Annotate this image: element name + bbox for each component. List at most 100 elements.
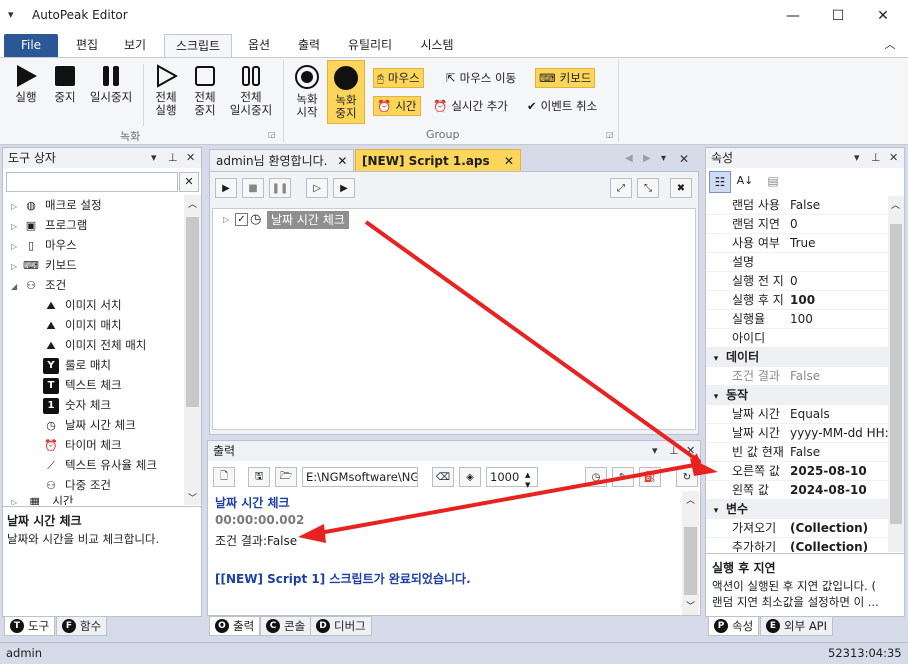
property-value[interactable]: False (790, 367, 820, 386)
stop-all-button[interactable]: 전체 중지 (187, 64, 223, 117)
log-path-input[interactable]: E:\NGMsoftware\NG (302, 467, 418, 487)
expand-arrow-icon[interactable]: ▷ (11, 257, 23, 277)
tab-debug[interactable]: D 디버그 (310, 616, 372, 636)
pause-button[interactable]: 일시중지 (86, 64, 136, 104)
property-row[interactable]: 날짜 시간 Equals (706, 405, 888, 424)
scroll-thumb[interactable] (684, 527, 697, 595)
property-row[interactable]: 왼쪽 값 2024-08-10 (706, 481, 888, 500)
ribbon-collapse-icon[interactable]: ︿ (880, 34, 900, 58)
pause-script-button[interactable]: ❚❚ (269, 178, 291, 198)
property-value[interactable]: yyyy-MM-dd HH: (790, 424, 888, 443)
tab-functions[interactable]: F 함수 (56, 616, 108, 636)
tab-output-pane[interactable]: O 출력 (209, 616, 261, 636)
record-start-button[interactable]: 녹화 시작 (290, 64, 324, 119)
tab-view[interactable]: 보기 (112, 34, 158, 58)
pane-menu-icon[interactable]: ▾ (151, 148, 157, 168)
scroll-thumb[interactable] (186, 217, 199, 407)
tree-child-item[interactable]: T 텍스트 체크 (43, 375, 122, 395)
tree-child-item[interactable]: ⛰ 이미지 서치 (43, 295, 121, 315)
mouse-record-toggle[interactable]: 🖰 마우스 (373, 68, 424, 88)
event-cancel-button[interactable]: ✔ 이벤트 취소 (524, 96, 600, 116)
property-value[interactable]: 100 (790, 310, 813, 329)
expand-arrow-icon[interactable]: ▷ (11, 493, 23, 505)
property-value[interactable]: False (790, 443, 820, 462)
pause-all-button[interactable]: 전체 일시중지 (226, 64, 276, 117)
pane-menu-icon[interactable]: ▾ (652, 441, 658, 461)
tree-item-time[interactable]: ▷ ▦ 시간 (11, 491, 73, 505)
expand-arrow-icon[interactable]: ▷ (11, 217, 23, 237)
pin-icon[interactable]: ⊥ (669, 441, 679, 461)
tab-console[interactable]: C 콘솔 (260, 616, 312, 636)
pin-icon[interactable]: ⊥ (168, 148, 178, 168)
doc-tab-welcome[interactable]: admin님 환영합니다. ✕ (209, 149, 355, 171)
tab-properties[interactable]: P 속성 (708, 616, 760, 636)
minimize-button[interactable]: — (770, 0, 816, 32)
scroll-down-icon[interactable]: ﹀ (686, 599, 695, 612)
tab-list-icon[interactable]: ▾ (661, 153, 666, 164)
new-log-button[interactable]: 🗋 (213, 467, 235, 487)
dialog-launcher-icon[interactable]: ◲ (268, 130, 276, 139)
run-script-button[interactable]: ▶ (215, 178, 237, 198)
property-value[interactable]: (Collection) (790, 538, 868, 552)
property-scrollbar[interactable]: ︿ (888, 196, 904, 552)
refresh-button[interactable]: ↻ (676, 467, 698, 487)
property-category[interactable]: ▾ 데이터 (706, 348, 888, 367)
output-scrollbar[interactable]: ︿ ﹀ (682, 491, 699, 615)
tab-options[interactable]: 옵션 (236, 34, 282, 58)
alphabetical-sort-icon[interactable]: A↓ (734, 171, 756, 193)
maximize-button[interactable]: ☐ (815, 0, 861, 32)
property-value[interactable]: 2024-08-10 (790, 481, 867, 500)
tab-tools[interactable]: T 도구 (4, 616, 56, 636)
property-row[interactable]: 조건 결과 False (706, 367, 888, 386)
close-doc-icon[interactable]: ✕ (679, 152, 689, 166)
property-row[interactable]: 설명 (706, 253, 888, 272)
search-clear-icon[interactable]: ✕ (179, 172, 199, 192)
property-row[interactable]: 빈 값 현재 False (706, 443, 888, 462)
property-value[interactable]: False (790, 196, 820, 215)
property-row[interactable]: 실행 전 지 0 (706, 272, 888, 291)
tree-child-item[interactable]: ⛰ 이미지 전체 매치 (43, 335, 146, 355)
tree-child-item[interactable]: ◷ 날짜 시간 체크 (43, 415, 136, 435)
tab-utility[interactable]: 유틸리티 (338, 34, 402, 58)
tab-output[interactable]: 출력 (286, 34, 332, 58)
property-value[interactable]: 2025-08-10 (790, 462, 867, 481)
tree-item[interactable]: ▷ ▯ 마우스 (11, 235, 77, 255)
toolbox-scrollbar[interactable]: ︿ ﹀ (184, 195, 201, 505)
dialog-launcher-icon[interactable]: ◲ (606, 130, 614, 139)
tree-child-item[interactable]: Y 룰로 매치 (43, 355, 111, 375)
mouse-move-toggle[interactable]: ⇱ 마우스 이동 (443, 68, 519, 88)
stop-script-button[interactable]: ■ (242, 178, 264, 198)
tree-item[interactable]: ▷ ▣ 프로그램 (11, 215, 87, 235)
tree-item[interactable]: ◢ ⚇ 조건 (11, 275, 66, 295)
run-button[interactable]: 실행 (8, 64, 44, 104)
pane-close-icon[interactable]: ✕ (186, 148, 195, 168)
eraser-button[interactable]: ◈ (459, 467, 481, 487)
color-picker-button[interactable]: ✎ (612, 467, 634, 487)
property-row[interactable]: 실행율 100 (706, 310, 888, 329)
tree-child-item[interactable]: ⟋ 텍스트 유사율 체크 (43, 455, 157, 475)
property-value[interactable]: Equals (790, 405, 830, 424)
record-stop-button[interactable]: 녹화 중지 (327, 60, 365, 124)
expand-arrow-icon[interactable]: ▷ (11, 237, 23, 257)
property-row[interactable]: 오른쪽 값 2025-08-10 (706, 462, 888, 481)
scroll-thumb[interactable] (890, 224, 902, 524)
delete-button[interactable]: ✖ (670, 178, 692, 198)
step-button[interactable]: ▷ (306, 178, 328, 198)
pane-close-icon[interactable]: ✕ (889, 148, 898, 168)
step-into-button[interactable]: ▶ (333, 178, 355, 198)
property-value[interactable]: 0 (790, 272, 798, 291)
tab-scroll-left-icon[interactable]: ◀ (625, 153, 633, 164)
tree-child-item[interactable]: ⛰ 이미지 매치 (43, 315, 121, 335)
scroll-up-icon[interactable]: ︿ (891, 198, 900, 211)
expand-all-button[interactable]: ⤢ (610, 178, 632, 198)
doc-tab-script[interactable]: [NEW] Script 1.aps ✕ (355, 149, 521, 171)
pane-close-icon[interactable]: ✕ (686, 441, 695, 461)
script-node-datetime-check[interactable]: 날짜 시간 체크 (267, 211, 349, 229)
pin-icon[interactable]: ⊥ (871, 148, 881, 168)
property-category[interactable]: ▾ 변수 (706, 500, 888, 519)
tab-file[interactable]: File (4, 34, 58, 58)
keyboard-record-toggle[interactable]: ⌨ 키보드 (535, 68, 596, 88)
time-record-toggle[interactable]: ⏰ 시간 (373, 96, 421, 116)
tab-scroll-right-icon[interactable]: ▶ (643, 153, 651, 164)
property-row[interactable]: 날짜 시간 yyyy-MM-dd HH: (706, 424, 888, 443)
